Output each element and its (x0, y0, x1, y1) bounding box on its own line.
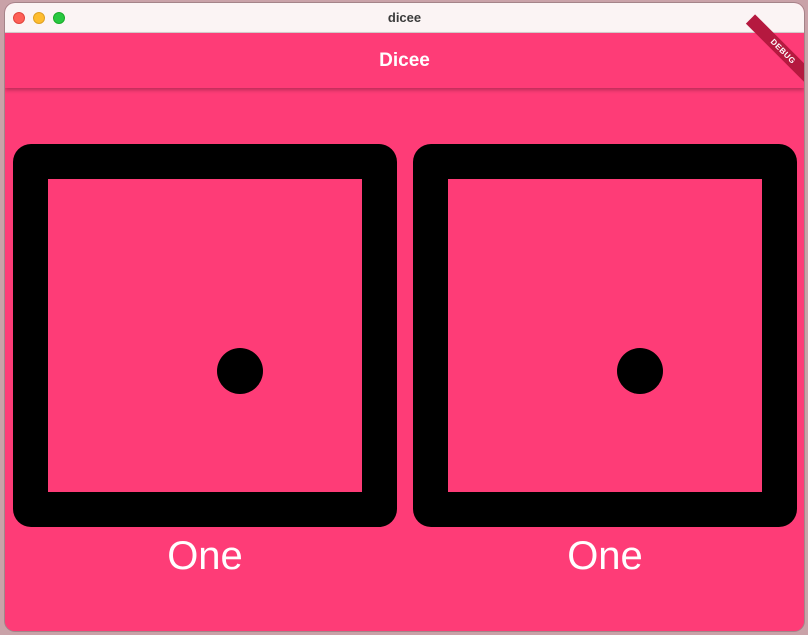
app-bar-title: Dicee (379, 50, 430, 71)
left-die-face-one-icon (13, 144, 397, 527)
dice-content: One One (5, 88, 804, 631)
window-title: dicee (387, 10, 422, 25)
left-die-label: One (167, 534, 243, 578)
right-die-pip (617, 348, 663, 394)
app-window: dicee Dicee DEBUG One One (5, 3, 804, 631)
left-die-pip (217, 348, 263, 394)
right-die-face-one-icon (413, 144, 797, 527)
window-title-bar: dicee (5, 3, 804, 33)
right-die-label: One (567, 534, 643, 578)
left-die-button[interactable] (13, 144, 397, 527)
app-bar: Dicee (5, 33, 804, 88)
right-die-button[interactable] (413, 144, 797, 527)
